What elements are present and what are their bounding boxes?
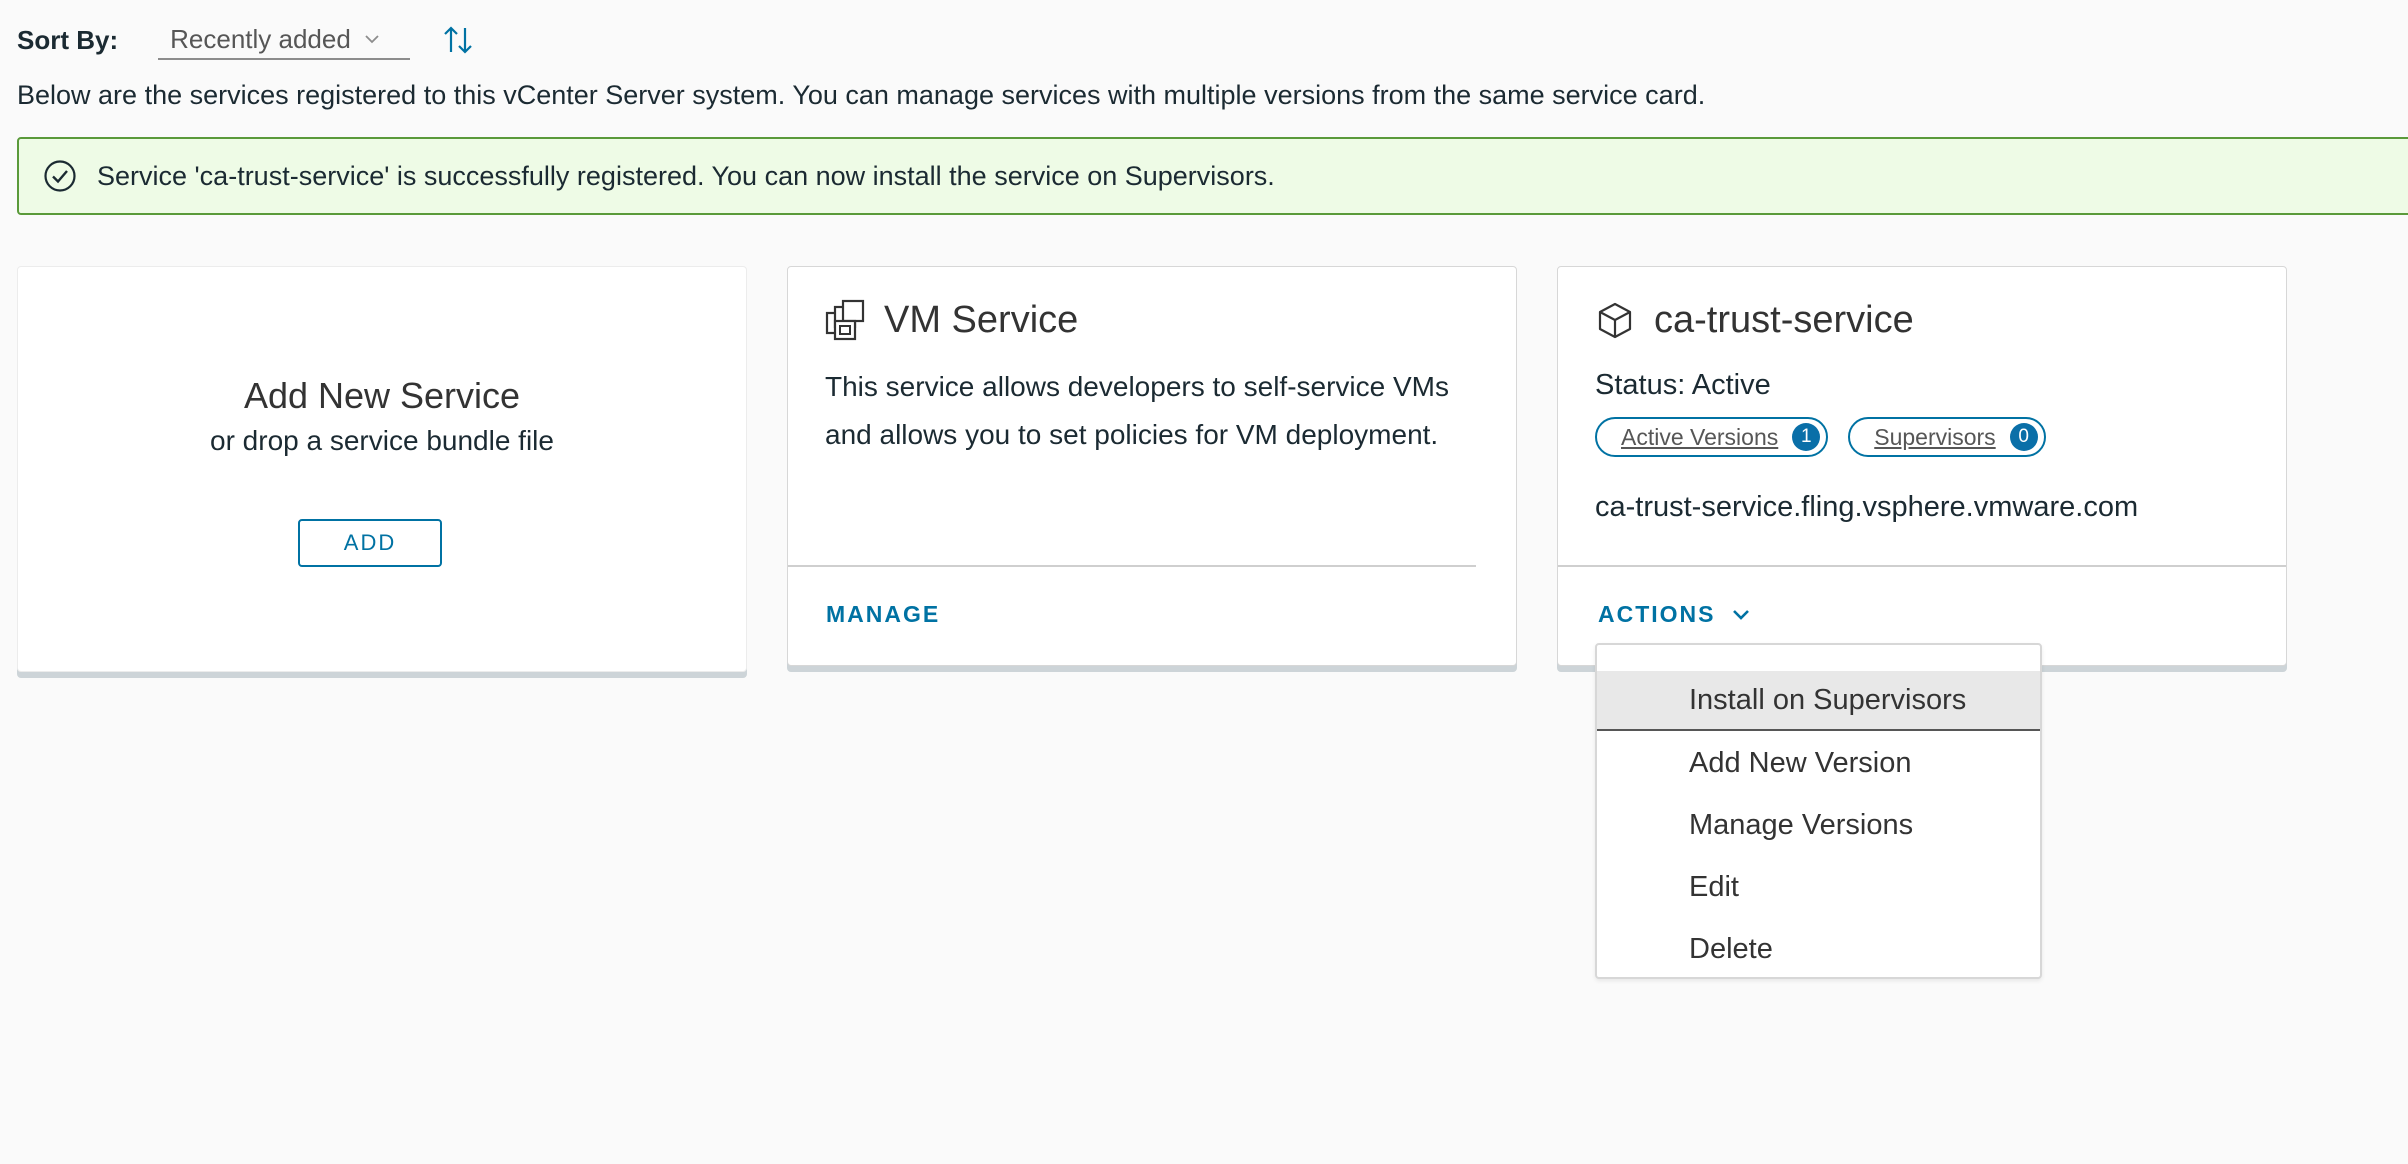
ca-trust-service-title: ca-trust-service bbox=[1654, 298, 1914, 341]
vm-service-header: VM Service bbox=[824, 293, 1078, 347]
menu-item-edit[interactable]: Edit bbox=[1597, 857, 2040, 917]
add-service-button[interactable]: ADD bbox=[298, 519, 442, 567]
sort-label: Sort By: bbox=[17, 24, 119, 55]
vm-service-icon bbox=[825, 299, 865, 341]
vm-service-title: VM Service bbox=[884, 298, 1079, 341]
service-status: Status: Active bbox=[1595, 369, 1771, 401]
card-divider bbox=[1558, 565, 2286, 567]
chevron-down-icon bbox=[365, 35, 379, 44]
intro-text: Below are the services registered to thi… bbox=[17, 80, 1706, 110]
sort-bar: Sort By: Recently added bbox=[17, 18, 478, 62]
active-versions-badge[interactable]: Active Versions 1 bbox=[1595, 417, 1829, 457]
add-service-title: Add New Service bbox=[243, 375, 521, 416]
sort-direction-button[interactable] bbox=[438, 20, 478, 60]
menu-item-delete[interactable]: Delete bbox=[1597, 919, 2040, 979]
success-check-icon bbox=[44, 160, 76, 192]
sort-select[interactable]: Recently added bbox=[158, 20, 411, 60]
sort-select-value: Recently added bbox=[170, 23, 351, 54]
chevron-down-icon bbox=[1732, 609, 1749, 620]
vm-service-description: This service allows developers to self-s… bbox=[825, 371, 1449, 450]
actions-toggle[interactable]: ACTIONS bbox=[1598, 601, 1754, 628]
menu-item-install-on-supervisors[interactable]: Install on Supervisors bbox=[1597, 671, 2040, 731]
active-versions-count: 1 bbox=[1792, 423, 1821, 451]
menu-item-add-new-version[interactable]: Add New Version bbox=[1597, 733, 2040, 793]
ca-trust-service-header: ca-trust-service bbox=[1594, 293, 1914, 347]
supervisors-count: 0 bbox=[2009, 423, 2038, 451]
supervisors-badge[interactable]: Supervisors 0 bbox=[1848, 417, 2046, 457]
actions-label: ACTIONS bbox=[1598, 601, 1716, 627]
cube-icon bbox=[1598, 302, 1632, 339]
badge-row: Active Versions 1 Supervisors 0 bbox=[1595, 417, 2066, 457]
add-service-subtitle: or drop a service bundle file bbox=[210, 425, 554, 456]
service-domain: ca-trust-service.fling.vsphere.vmware.co… bbox=[1595, 491, 2139, 523]
manage-link[interactable]: MANAGE bbox=[826, 601, 940, 628]
sort-direction-icon bbox=[444, 26, 472, 54]
alert-message: Service 'ca-trust-service' is successful… bbox=[97, 160, 1275, 191]
card-divider bbox=[788, 565, 1476, 567]
success-alert: Service 'ca-trust-service' is successful… bbox=[17, 137, 2408, 215]
menu-item-manage-versions[interactable]: Manage Versions bbox=[1597, 795, 2040, 855]
ca-trust-service-card: ca-trust-service Status: Active Active V… bbox=[1557, 266, 2287, 666]
active-versions-label: Active Versions bbox=[1621, 423, 1779, 450]
actions-menu: Install on Supervisors Add New Version M… bbox=[1595, 643, 2042, 979]
add-service-card: Add New Service or drop a service bundle… bbox=[17, 266, 747, 672]
vm-service-card: VM Service This service allows developer… bbox=[787, 266, 1517, 666]
supervisors-label: Supervisors bbox=[1874, 423, 1996, 450]
